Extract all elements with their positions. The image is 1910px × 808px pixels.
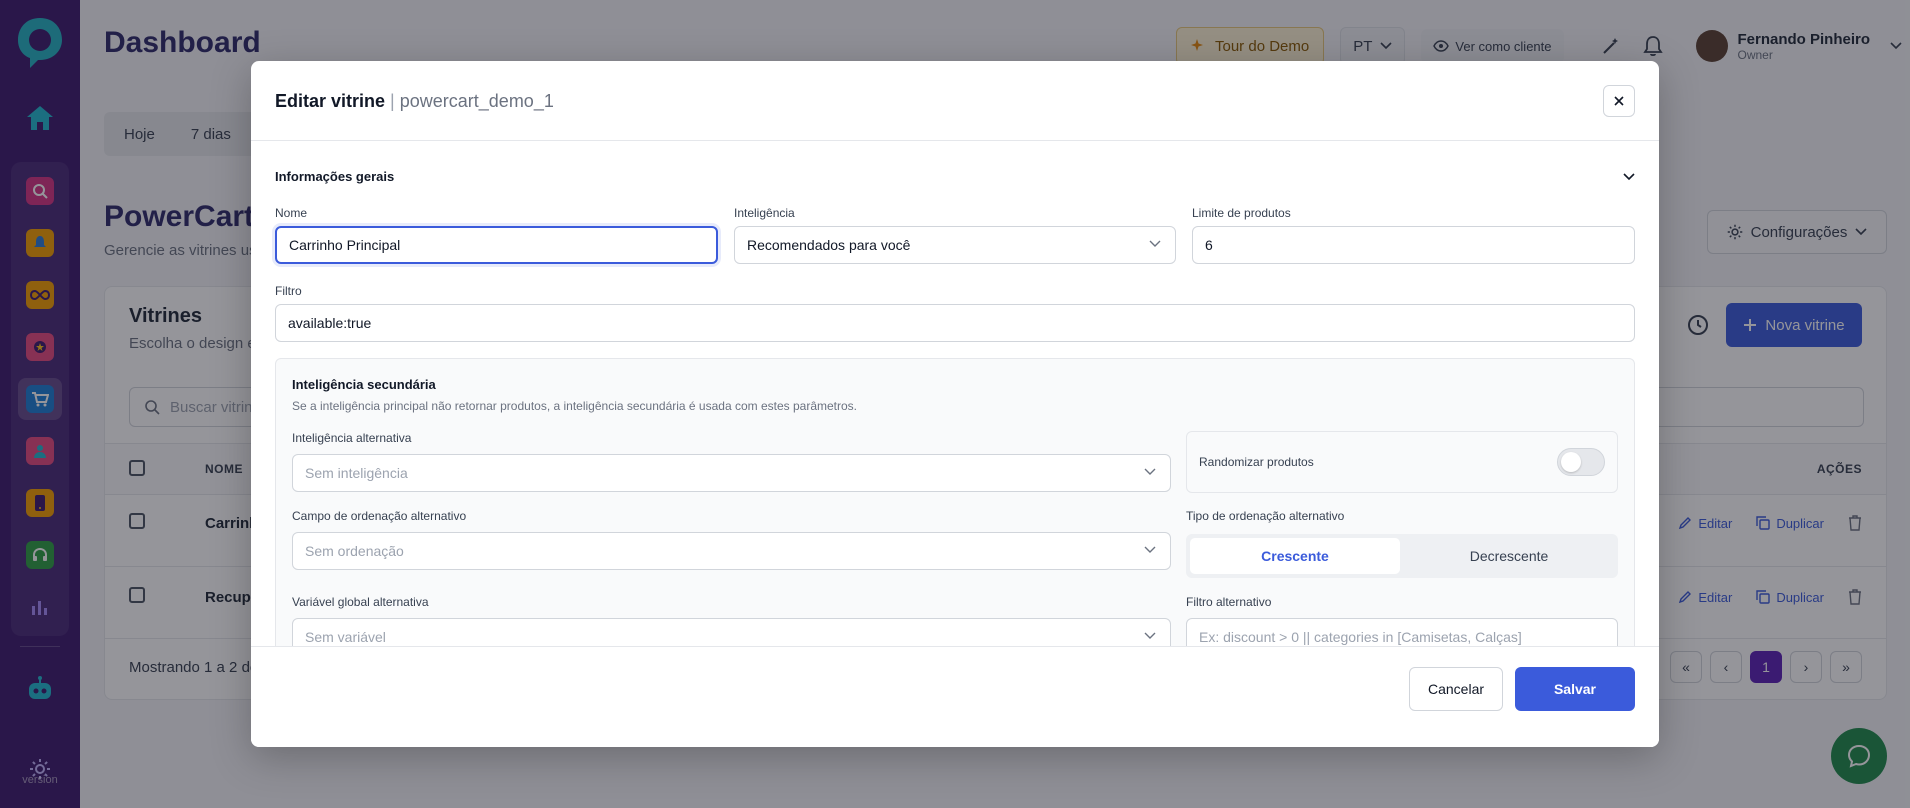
alt-variable-label: Variável global alternativa <box>292 595 429 609</box>
modal-title-id: powercart_demo_1 <box>399 91 554 111</box>
alt-filter-input[interactable]: Ex: discount > 0 || categories in [Camis… <box>1186 618 1618 646</box>
name-field[interactable]: Carrinho Principal <box>275 226 718 264</box>
sort-ascending-option[interactable]: Crescente <box>1190 538 1400 574</box>
secondary-subtitle: Se a inteligência principal não retornar… <box>292 399 857 413</box>
secondary-intelligence-panel: Inteligência secundária Se a inteligênci… <box>275 358 1635 646</box>
chevron-down-icon <box>1149 240 1161 247</box>
save-button[interactable]: Salvar <box>1515 667 1635 711</box>
alt-sort-field-placeholder: Sem ordenação <box>305 543 404 559</box>
randomize-box: Randomizar produtos <box>1186 431 1618 493</box>
sort-type-segmented: Crescente Decrescente <box>1186 534 1618 578</box>
collapse-chevron-icon[interactable] <box>1623 168 1635 186</box>
modal-title: Editar vitrine | powercart_demo_1 <box>275 91 554 112</box>
randomize-toggle[interactable] <box>1557 448 1605 476</box>
alt-sort-field-select[interactable]: Sem ordenação <box>292 532 1171 570</box>
alt-intelligence-placeholder: Sem inteligência <box>305 465 408 481</box>
modal-title-main: Editar vitrine <box>275 91 386 111</box>
close-icon <box>1614 96 1624 106</box>
chevron-down-icon <box>1144 468 1156 475</box>
modal-footer: Cancelar Salvar <box>251 646 1659 747</box>
alt-variable-select[interactable]: Sem variável <box>292 618 1171 646</box>
alt-filter-label: Filtro alternativo <box>1186 595 1272 609</box>
product-limit-value: 6 <box>1205 237 1213 253</box>
product-limit-field[interactable]: 6 <box>1192 226 1635 264</box>
toggle-knob <box>1561 452 1581 472</box>
edit-showcase-modal: Editar vitrine | powercart_demo_1 Inform… <box>251 61 1659 747</box>
filter-label: Filtro <box>275 284 302 298</box>
alt-intelligence-label: Inteligência alternativa <box>292 431 412 445</box>
alt-intelligence-select[interactable]: Sem inteligência <box>292 454 1171 492</box>
filter-field[interactable]: available:true <box>275 304 1635 342</box>
modal-title-separator: | <box>390 91 395 111</box>
alt-filter-placeholder: Ex: discount > 0 || categories in [Camis… <box>1199 629 1522 645</box>
alt-variable-placeholder: Sem variável <box>305 629 386 645</box>
intelligence-value: Recomendados para você <box>747 237 911 253</box>
secondary-title: Inteligência secundária <box>292 377 436 392</box>
sort-descending-option[interactable]: Decrescente <box>1404 538 1614 574</box>
chevron-down-icon <box>1144 546 1156 553</box>
filter-value: available:true <box>288 315 372 331</box>
close-button[interactable] <box>1603 85 1635 117</box>
product-limit-label: Limite de produtos <box>1192 206 1291 220</box>
intelligence-label: Inteligência <box>734 206 795 220</box>
alt-sort-field-label: Campo de ordenação alternativo <box>292 509 467 523</box>
alt-sort-type-label: Tipo de ordenação alternativo <box>1186 509 1345 523</box>
general-info-title[interactable]: Informações gerais <box>275 169 394 184</box>
cancel-button[interactable]: Cancelar <box>1409 667 1503 711</box>
intelligence-select[interactable]: Recomendados para você <box>734 226 1176 264</box>
randomize-label: Randomizar produtos <box>1199 455 1314 469</box>
chevron-down-icon <box>1144 632 1156 639</box>
name-value: Carrinho Principal <box>289 237 401 253</box>
name-label: Nome <box>275 206 308 220</box>
modal-header: Editar vitrine | powercart_demo_1 <box>251 61 1659 141</box>
modal-body: Informações gerais Nome Carrinho Princip… <box>251 142 1659 646</box>
